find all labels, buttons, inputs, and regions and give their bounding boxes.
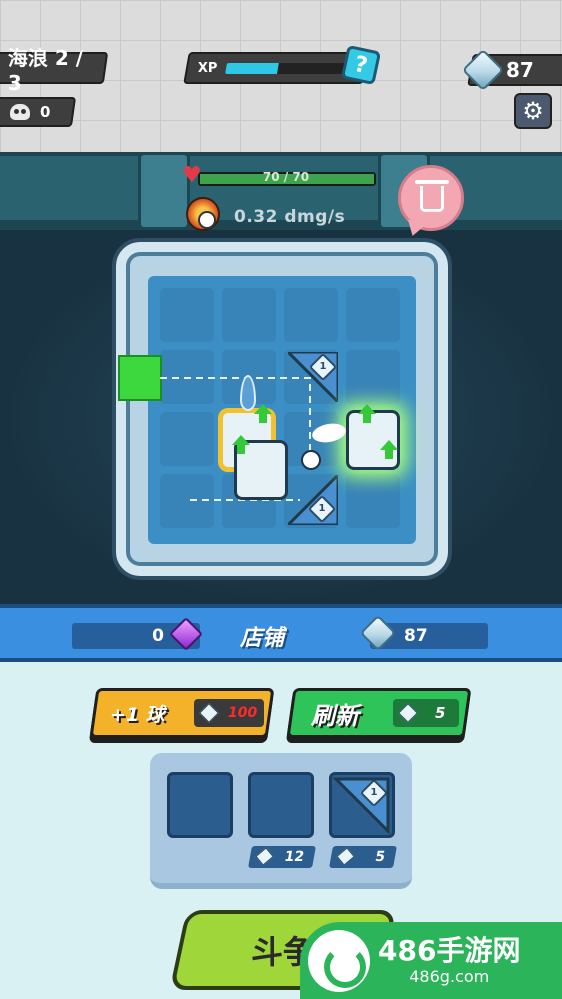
add-ball-cost-value: 100 bbox=[228, 705, 258, 721]
upgrade-arrow-icon bbox=[232, 435, 250, 454]
shop-slot-item[interactable] bbox=[248, 772, 314, 838]
diamond-icon bbox=[255, 847, 274, 866]
slot-price-value: 5 bbox=[373, 849, 387, 865]
refresh-cost-value: 5 bbox=[435, 704, 446, 722]
slot-price-value: 12 bbox=[283, 849, 306, 865]
watermark-logo bbox=[308, 929, 370, 992]
shop-slot-empty bbox=[167, 772, 233, 838]
ball bbox=[301, 450, 321, 470]
upgrade-arrow-icon bbox=[380, 440, 398, 459]
watermark-domain: 486g.com bbox=[409, 967, 490, 986]
upgrade-arrow-icon bbox=[254, 404, 272, 423]
add-ball-label: +1 球 bbox=[110, 703, 165, 726]
upgrade-arrow-icon bbox=[358, 404, 376, 423]
diamond-icon bbox=[336, 847, 355, 866]
shop-title: 店铺 bbox=[240, 626, 285, 651]
refresh-label: 刷新 bbox=[311, 701, 359, 730]
deflector-shape bbox=[332, 777, 390, 835]
deflector-piece[interactable]: 1 bbox=[284, 471, 340, 527]
deflector-shape bbox=[284, 471, 340, 527]
watermark-brand: 486手游网 bbox=[378, 934, 521, 967]
shop-gem-count: 87 bbox=[404, 626, 428, 646]
diamond-icon bbox=[398, 703, 418, 723]
refresh-cost: 5 bbox=[393, 699, 459, 727]
slot-price: 5 bbox=[329, 846, 397, 868]
deflector-piece[interactable]: 1 bbox=[284, 350, 340, 406]
shop-slot-item[interactable]: 1 bbox=[329, 772, 395, 838]
add-ball-button[interactable]: +1 球 100 bbox=[89, 688, 275, 738]
diamond-icon bbox=[199, 703, 219, 723]
add-ball-cost: 100 bbox=[194, 699, 264, 727]
ball-path bbox=[160, 377, 311, 501]
refresh-button[interactable]: 刷新 5 bbox=[286, 688, 472, 738]
purple-gem-count: 0 bbox=[152, 626, 164, 646]
watermark: 486手游网 486g.com bbox=[300, 922, 562, 999]
shop-slots: 1 12 5 bbox=[150, 753, 412, 889]
slot-price: 12 bbox=[248, 846, 316, 868]
